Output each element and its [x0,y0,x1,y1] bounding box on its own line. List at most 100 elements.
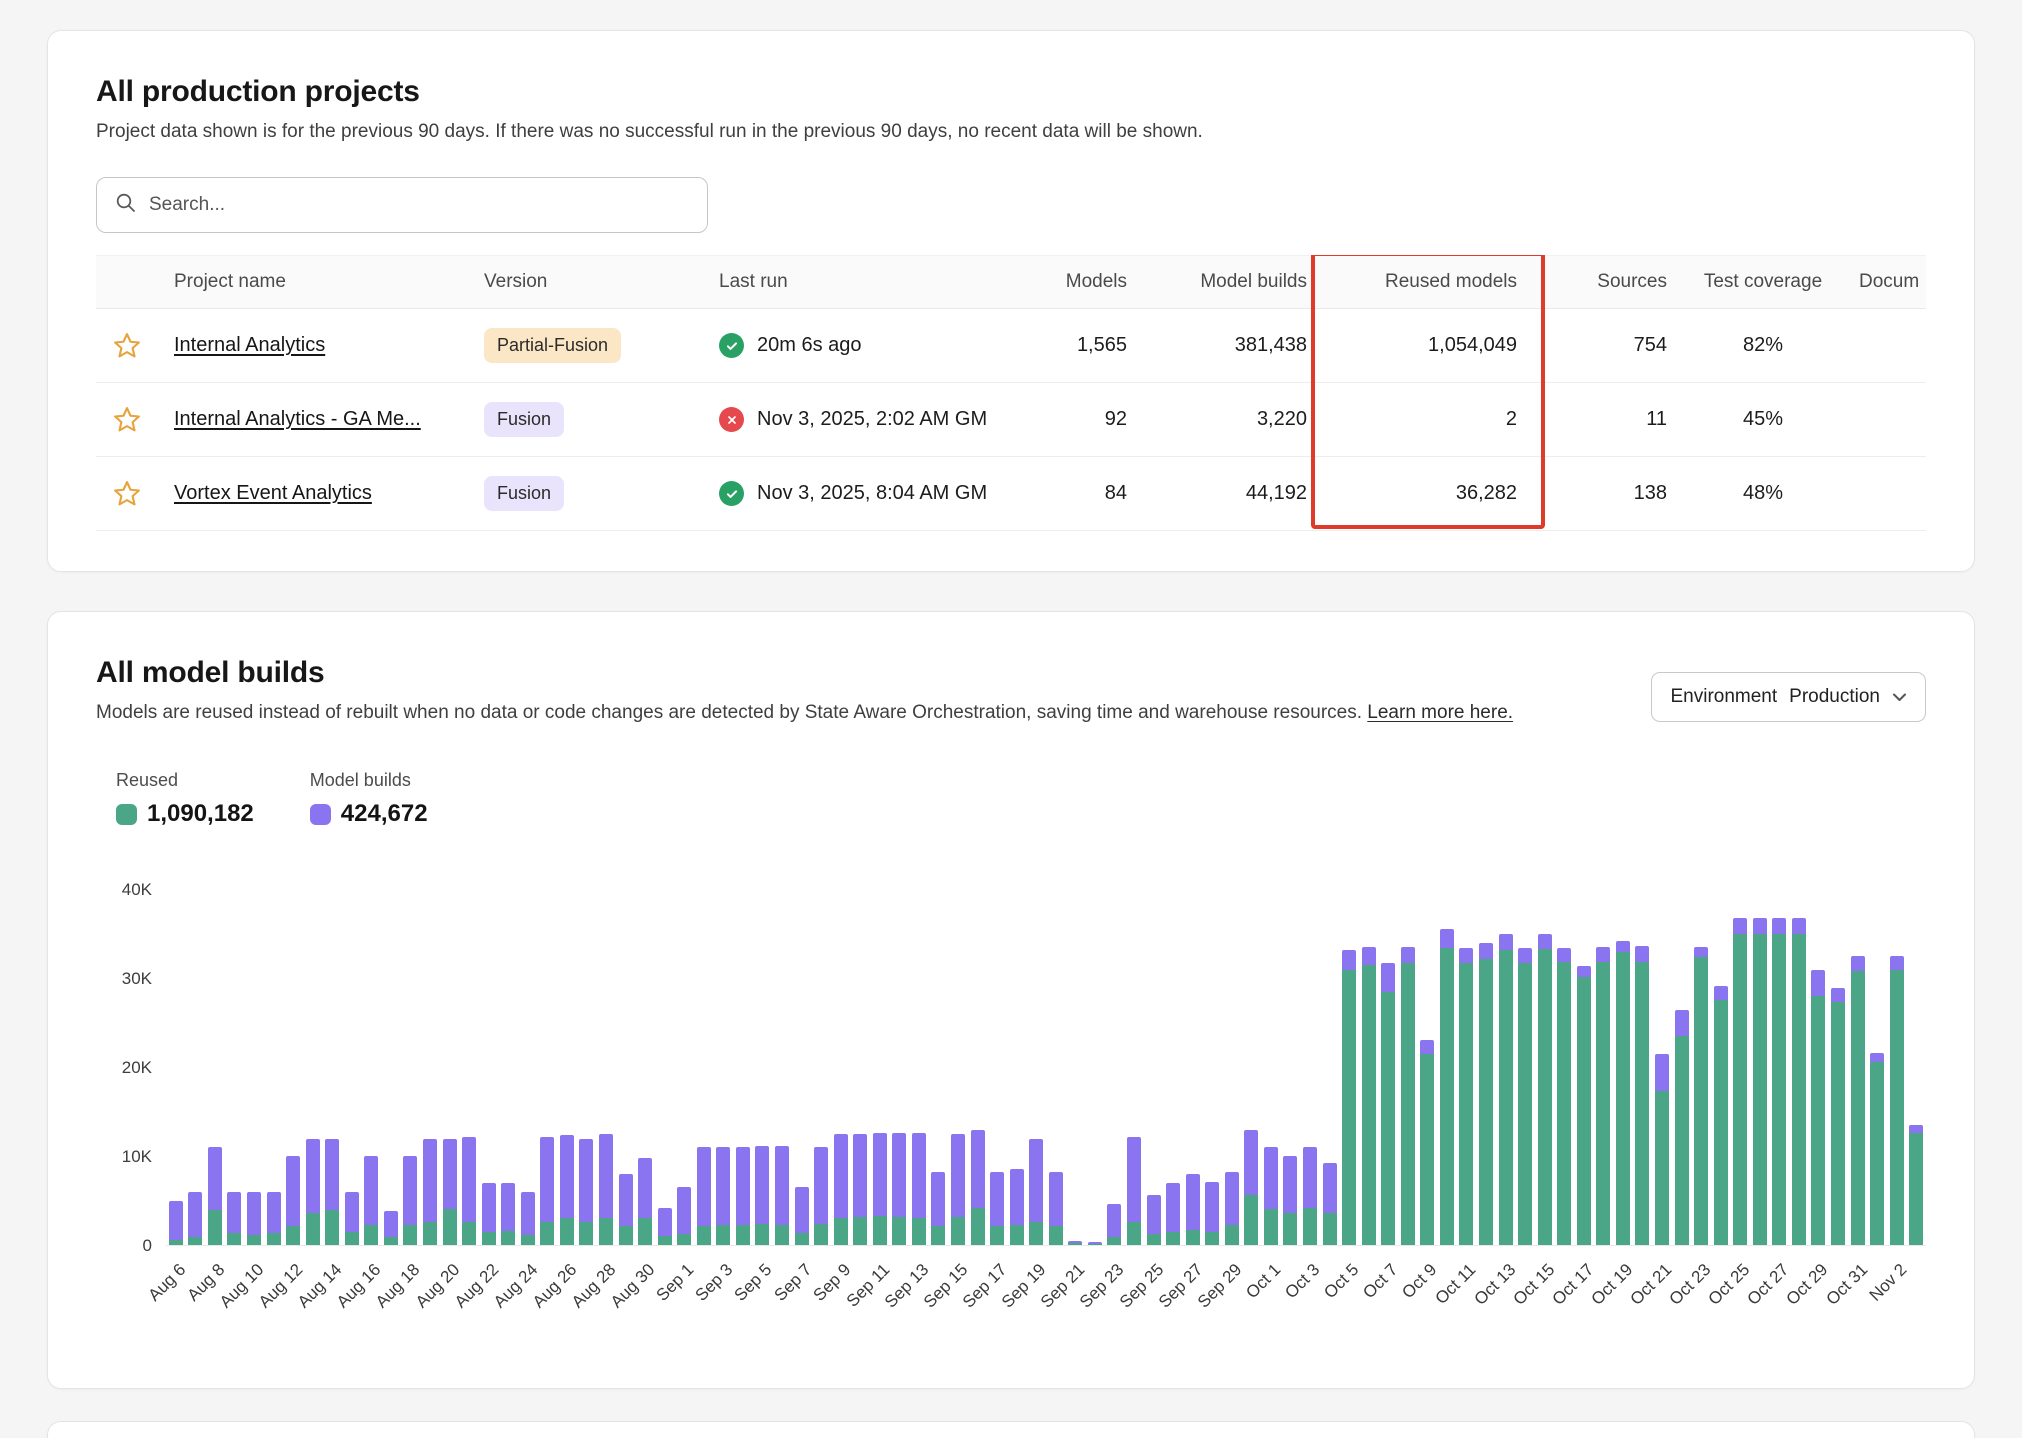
bar[interactable] [1049,890,1063,1245]
bar[interactable] [1186,890,1200,1245]
learn-more-link[interactable]: Learn more here. [1367,702,1513,723]
bar[interactable] [892,890,906,1245]
bar[interactable] [1068,890,1082,1245]
bar[interactable] [1772,890,1786,1245]
bar[interactable] [208,890,222,1245]
bar[interactable] [1792,890,1806,1245]
bar[interactable] [619,890,633,1245]
bar[interactable] [501,890,515,1245]
bar[interactable] [1596,890,1610,1245]
bar[interactable] [1811,890,1825,1245]
bar[interactable] [755,890,769,1245]
bar[interactable] [482,890,496,1245]
bar[interactable] [462,890,476,1245]
bar[interactable] [1518,890,1532,1245]
bar[interactable] [1655,890,1669,1245]
bar[interactable] [1616,890,1630,1245]
bar[interactable] [658,890,672,1245]
bar[interactable] [1499,890,1513,1245]
bar[interactable] [1909,890,1923,1245]
project-search-box[interactable] [96,177,708,233]
col-sources[interactable]: Sources [1533,256,1683,309]
search-input[interactable] [149,194,689,216]
bar[interactable] [345,890,359,1245]
bar[interactable] [286,890,300,1245]
bar[interactable] [873,890,887,1245]
bar[interactable] [912,890,926,1245]
bar[interactable] [1127,890,1141,1245]
bar[interactable] [795,890,809,1245]
bar[interactable] [1147,890,1161,1245]
project-link[interactable]: Internal Analytics - GA Me... [174,408,421,430]
col-last-run[interactable]: Last run [703,256,1003,309]
bar[interactable] [1440,890,1454,1245]
bar[interactable] [1342,890,1356,1245]
bar[interactable] [188,890,202,1245]
bar[interactable] [1401,890,1415,1245]
bar[interactable] [169,890,183,1245]
bar[interactable] [814,890,828,1245]
bar[interactable] [834,890,848,1245]
bar[interactable] [990,890,1004,1245]
bar[interactable] [853,890,867,1245]
bar[interactable] [1538,890,1552,1245]
bar[interactable] [540,890,554,1245]
bar[interactable] [1283,890,1297,1245]
bar[interactable] [1381,890,1395,1245]
bar[interactable] [1851,890,1865,1245]
bar[interactable] [306,890,320,1245]
bar[interactable] [736,890,750,1245]
favorite-star-icon[interactable] [112,331,142,361]
bar[interactable] [560,890,574,1245]
bar[interactable] [364,890,378,1245]
col-models[interactable]: Models [1003,256,1143,309]
bar[interactable] [1010,890,1024,1245]
favorite-star-icon[interactable] [112,405,142,435]
environment-dropdown[interactable]: Environment Production [1651,672,1926,722]
col-version[interactable]: Version [468,256,703,309]
bar[interactable] [775,890,789,1245]
col-documentation[interactable]: Docum [1843,256,1926,309]
bar[interactable] [579,890,593,1245]
bar[interactable] [931,890,945,1245]
bar[interactable] [521,890,535,1245]
bar[interactable] [1420,890,1434,1245]
bar[interactable] [1635,890,1649,1245]
bar[interactable] [1244,890,1258,1245]
bar[interactable] [1264,890,1278,1245]
col-reused-models[interactable]: Reused models [1323,256,1533,309]
bar[interactable] [267,890,281,1245]
bar[interactable] [423,890,437,1245]
bar[interactable] [384,890,398,1245]
bar[interactable] [1675,890,1689,1245]
favorite-star-icon[interactable] [112,479,142,509]
bar[interactable] [1733,890,1747,1245]
bar[interactable] [443,890,457,1245]
project-link[interactable]: Vortex Event Analytics [174,482,372,504]
bar[interactable] [1714,890,1728,1245]
bar[interactable] [1459,890,1473,1245]
bar[interactable] [1890,890,1904,1245]
bar[interactable] [1831,890,1845,1245]
bar[interactable] [1557,890,1571,1245]
bar[interactable] [325,890,339,1245]
bar[interactable] [716,890,730,1245]
bar[interactable] [1225,890,1239,1245]
bar[interactable] [227,890,241,1245]
bar[interactable] [697,890,711,1245]
bar[interactable] [1753,890,1767,1245]
bar[interactable] [677,890,691,1245]
bar[interactable] [638,890,652,1245]
col-test-coverage[interactable]: Test coverage [1683,256,1843,309]
bar[interactable] [1029,890,1043,1245]
col-model-builds[interactable]: Model builds [1143,256,1323,309]
bar[interactable] [951,890,965,1245]
bar[interactable] [1694,890,1708,1245]
bar[interactable] [1166,890,1180,1245]
bar[interactable] [1205,890,1219,1245]
bar[interactable] [599,890,613,1245]
bar[interactable] [1088,890,1102,1245]
bar[interactable] [1303,890,1317,1245]
bar[interactable] [403,890,417,1245]
col-project-name[interactable]: Project name [158,256,468,309]
